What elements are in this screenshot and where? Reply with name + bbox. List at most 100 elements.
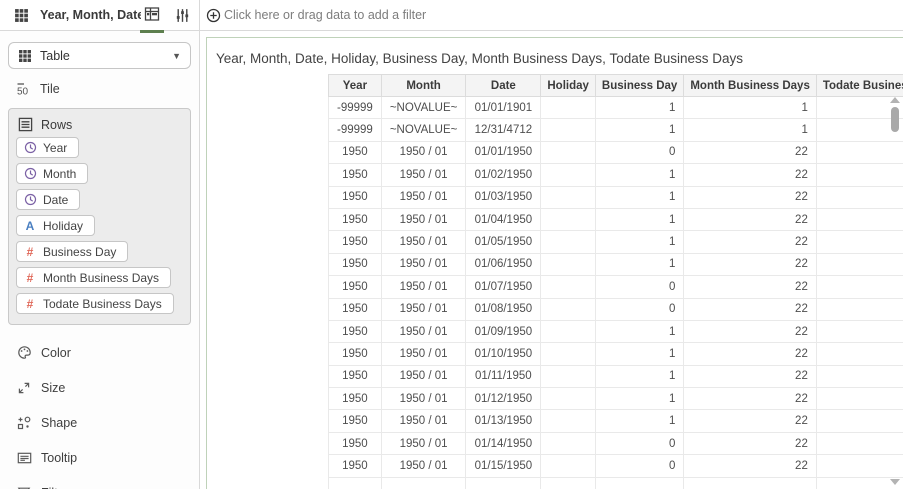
table-cell[interactable]: 1950 / 01 [380,207,467,232]
grammar-target-color[interactable]: Color [16,345,199,360]
column-header-business-day[interactable]: Business Day [594,74,685,97]
table-cell[interactable] [540,252,596,277]
row-pill-month[interactable]: Month [16,163,89,184]
column-header-month-business-days[interactable]: Month Business Days [683,74,817,97]
table-cell[interactable]: 22 [683,319,817,344]
table-cell[interactable]: 22 [683,342,817,366]
table-cell[interactable]: 1950 [328,454,382,478]
table-cell[interactable]: 1 [594,95,685,120]
table-cell[interactable]: 1950 / 01 [380,297,467,321]
table-cell[interactable]: 1950 / 01 [380,387,467,411]
table-cell[interactable]: -99999 [328,118,382,142]
properties-sliders-icon[interactable] [171,4,193,26]
table-cell[interactable]: 01/10/1950 [465,342,542,366]
grammar-target-shape[interactable]: Shape [16,415,199,430]
table-cell[interactable]: 01/12/1950 [465,387,542,411]
table-cell[interactable]: 1950 [328,342,382,366]
table-visualization[interactable]: Year, Month, Date, Holiday, Business Day… [206,37,903,489]
table-cell[interactable]: 01/01/1901 [465,95,542,120]
table-cell[interactable]: 1950 [328,207,382,232]
grammar-target-filters[interactable]: Filters [16,485,199,489]
table-cell[interactable] [540,140,596,165]
vertical-scrollbar[interactable] [889,97,901,485]
table-cell[interactable] [540,342,596,366]
table-cell[interactable]: 1950 [328,163,382,187]
table-cell[interactable]: 1950 / 01 [380,431,467,456]
table-cell[interactable] [540,207,596,232]
table-cell[interactable] [380,476,467,489]
table-cell[interactable]: 0 [594,454,685,478]
row-pill-todate-business-days[interactable]: # Todate Business Days [16,293,174,314]
table-cell[interactable]: 1950 / 01 [380,364,467,389]
table-cell[interactable]: 22 [683,252,817,277]
table-cell[interactable] [540,275,596,299]
table-cell[interactable]: 1 [594,230,685,254]
table-cell[interactable]: 22 [683,409,817,433]
table-cell[interactable] [594,476,685,489]
table-cell[interactable]: 1950 [328,275,382,299]
column-header-month[interactable]: Month [380,74,467,97]
rows-drop-zone[interactable]: Rows Year Month Date A Holiday # Business Day #… [8,108,191,325]
table-cell[interactable]: 1950 [328,297,382,321]
table-cell[interactable]: 22 [683,163,817,187]
table-cell[interactable] [540,163,596,187]
table-cell[interactable]: 01/07/1950 [465,275,542,299]
table-cell[interactable]: 01/03/1950 [465,185,542,209]
table-cell[interactable] [683,476,817,489]
table-cell[interactable]: 0 [594,297,685,321]
table-cell[interactable]: 1950 [328,140,382,165]
table-cell[interactable]: 1 [594,319,685,344]
table-cell[interactable]: 22 [683,230,817,254]
table-cell[interactable]: 1950 / 01 [380,230,467,254]
table-cell[interactable] [540,454,596,478]
table-cell[interactable]: 01/01/1950 [465,140,542,165]
table-cell[interactable]: 22 [683,297,817,321]
table-cell[interactable]: 22 [683,364,817,389]
table-cell[interactable]: 22 [683,207,817,232]
table-cell[interactable] [540,431,596,456]
table-cell[interactable] [540,95,596,120]
table-cell[interactable] [540,118,596,142]
table-cell[interactable]: 01/11/1950 [465,364,542,389]
table-cell[interactable]: 1950 [328,364,382,389]
table-cell[interactable]: 1 [594,387,685,411]
table-cell[interactable]: 22 [683,431,817,456]
tile-grammar-target[interactable]: 50 Tile [16,82,199,96]
table-cell[interactable]: 22 [683,140,817,165]
table-cell[interactable]: 1 [594,185,685,209]
table-cell[interactable]: 1950 / 01 [380,252,467,277]
table-cell[interactable]: 22 [683,387,817,411]
table-cell[interactable]: 0 [594,431,685,456]
table-cell[interactable] [540,476,596,489]
table-cell[interactable]: 1 [683,118,817,142]
table-cell[interactable]: 01/09/1950 [465,319,542,344]
table-cell[interactable]: 22 [683,185,817,209]
table-cell[interactable]: 1950 / 01 [380,140,467,165]
table-cell[interactable]: 1950 / 01 [380,163,467,187]
table-cell[interactable]: 1 [594,163,685,187]
row-pill-business-day[interactable]: # Business Day [16,241,129,262]
table-cell[interactable]: 1 [683,95,817,120]
table-cell[interactable]: 1950 / 01 [380,409,467,433]
table-cell[interactable] [465,476,542,489]
table-cell[interactable]: 1950 / 01 [380,185,467,209]
table-cell[interactable] [540,387,596,411]
table-cell[interactable]: 1950 [328,409,382,433]
table-cell[interactable]: 01/06/1950 [465,252,542,277]
table-cell[interactable]: 1 [594,252,685,277]
row-pill-month-business-days[interactable]: # Month Business Days [16,267,172,288]
table-cell[interactable]: 0 [594,140,685,165]
table-cell[interactable]: 1 [594,118,685,142]
column-header-year[interactable]: Year [328,74,382,97]
column-header-date[interactable]: Date [465,74,542,97]
row-pill-year[interactable]: Year [16,137,80,158]
table-cell[interactable]: 1 [594,409,685,433]
table-cell[interactable]: 1950 [328,252,382,277]
table-cell[interactable]: 1 [594,342,685,366]
column-header-holiday[interactable]: Holiday [540,74,596,97]
table-cell[interactable]: 1950 [328,387,382,411]
table-cell[interactable]: 01/13/1950 [465,409,542,433]
table-cell[interactable]: 1950 / 01 [380,319,467,344]
grammar-target-size[interactable]: Size [16,380,199,395]
table-cell[interactable]: -99999 [328,95,382,120]
